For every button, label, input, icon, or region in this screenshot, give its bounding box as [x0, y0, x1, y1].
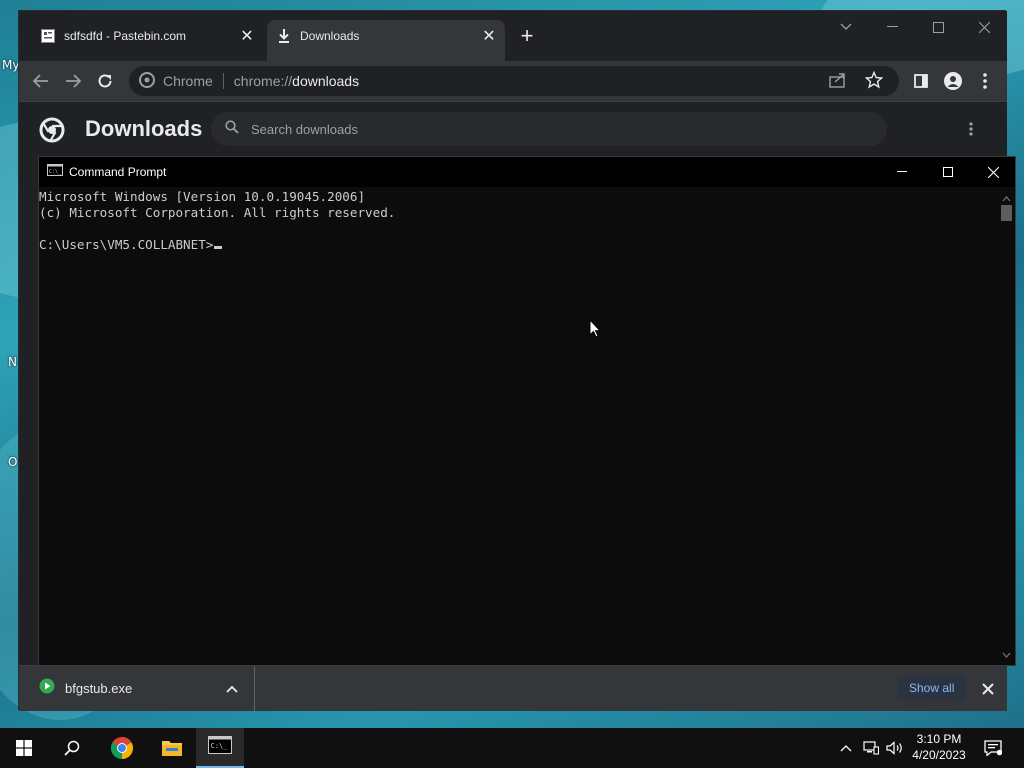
desktop-icon-label[interactable]: O — [8, 455, 17, 469]
search-downloads-input[interactable]: Search downloads — [211, 112, 887, 146]
cmd-minimize-button[interactable] — [879, 157, 925, 187]
forward-arrow-icon[interactable] — [59, 67, 87, 95]
command-prompt-icon: C:\_ — [47, 163, 63, 181]
tab-downloads[interactable]: Downloads ✕ — [267, 20, 505, 61]
download-file-name: bfgstub.exe — [65, 681, 133, 696]
reload-icon[interactable] — [91, 67, 119, 95]
text-cursor — [214, 246, 223, 249]
cmd-close-button[interactable] — [970, 157, 1016, 187]
show-all-button[interactable]: Show all — [897, 676, 967, 700]
volume-icon[interactable] — [884, 728, 906, 768]
command-prompt-icon: C:\_ — [208, 735, 232, 759]
windows-start-icon[interactable] — [0, 728, 48, 768]
command-prompt-taskbar-button[interactable]: C:\_ — [196, 728, 244, 768]
desktop-icon-label[interactable]: My — [2, 58, 19, 72]
console-prompt-line: C:\Users\VM5.COLLABNET> — [39, 237, 999, 253]
cmd-title-bar[interactable]: C:\_ Command Prompt — [39, 157, 1015, 187]
cmd-scrollbar[interactable] — [998, 187, 1015, 665]
command-prompt-window: C:\_ Command Prompt Microsoft Windows [V… — [38, 156, 1016, 666]
taskbar: C:\_ 3:10 PM 4/20/2023 — [0, 728, 1024, 768]
kebab-menu-icon[interactable] — [971, 67, 999, 95]
share-icon[interactable] — [829, 72, 847, 93]
download-item[interactable]: bfgstub.exe — [19, 666, 255, 711]
chrome-logo-icon — [39, 117, 65, 148]
network-icon[interactable] — [860, 728, 882, 768]
browser-toolbar: Chrome chrome://downloads — [19, 61, 1007, 101]
clock-date: 4/20/2023 — [912, 748, 966, 762]
tab-title: sdfsdfd - Pastebin.com — [64, 29, 187, 43]
pastebin-icon — [40, 28, 56, 44]
side-panel-icon[interactable] — [907, 67, 935, 95]
system-clock[interactable]: 3:10 PM 4/20/2023 — [906, 731, 972, 763]
cmd-maximize-button[interactable] — [925, 157, 971, 187]
download-shelf: bfgstub.exe Show all — [19, 665, 1007, 711]
back-arrow-icon[interactable] — [27, 67, 55, 95]
chrome-logo-icon — [139, 71, 155, 91]
omnibox-chip-label: Chrome — [163, 73, 213, 89]
svg-text:C:\_: C:\_ — [211, 742, 229, 750]
chevron-up-icon[interactable] — [836, 728, 856, 768]
play-file-icon — [39, 678, 55, 699]
console-line: Microsoft Windows [Version 10.0.19045.20… — [39, 189, 366, 204]
search-icon[interactable] — [48, 728, 96, 768]
svg-text:C:\_: C:\_ — [49, 169, 62, 175]
new-tab-button[interactable]: + — [515, 25, 539, 49]
clock-time: 3:10 PM — [916, 732, 962, 746]
page-title: Downloads — [85, 116, 203, 141]
url-text: chrome://downloads — [233, 73, 360, 89]
downloads-header: Downloads Search downloads — [19, 101, 1007, 157]
bookmark-star-icon[interactable] — [864, 70, 884, 94]
chevron-up-icon[interactable] — [226, 680, 238, 698]
maximize-button[interactable] — [915, 11, 961, 43]
download-icon — [276, 28, 292, 44]
close-window-button[interactable] — [961, 11, 1007, 43]
scroll-down-icon[interactable] — [1002, 645, 1011, 663]
search-placeholder: Search downloads — [251, 121, 358, 137]
close-shelf-icon[interactable] — [977, 678, 999, 700]
profile-icon[interactable] — [939, 67, 967, 95]
close-tab-icon[interactable]: ✕ — [479, 26, 499, 46]
tab-strip: sdfsdfd - Pastebin.com ✕ Downloads ✕ + — [19, 11, 1007, 61]
chrome-icon[interactable] — [98, 728, 146, 768]
mouse-cursor-icon — [589, 318, 602, 343]
tab-title: Downloads — [300, 29, 360, 43]
cmd-title: Command Prompt — [69, 165, 167, 179]
omnibox-divider — [222, 73, 224, 89]
console-line: (c) Microsoft Corporation. All rights re… — [39, 205, 396, 220]
console-output[interactable]: Microsoft Windows [Version 10.0.19045.20… — [39, 189, 999, 665]
tab-search-icon[interactable] — [823, 11, 869, 43]
console-prompt: C:\Users\VM5.COLLABNET> — [39, 237, 214, 252]
downloads-menu-icon[interactable] — [969, 122, 973, 141]
notification-icon[interactable] — [978, 728, 1008, 768]
minimize-button[interactable] — [869, 11, 915, 43]
file-explorer-icon[interactable] — [148, 728, 196, 768]
desktop-icon-label[interactable]: N — [8, 355, 17, 369]
close-tab-icon[interactable]: ✕ — [237, 26, 257, 46]
tab-pastebin[interactable]: sdfsdfd - Pastebin.com ✕ — [31, 20, 263, 52]
scroll-thumb[interactable] — [1001, 205, 1012, 221]
search-icon — [225, 119, 239, 139]
address-bar[interactable]: Chrome chrome://downloads — [129, 66, 899, 96]
